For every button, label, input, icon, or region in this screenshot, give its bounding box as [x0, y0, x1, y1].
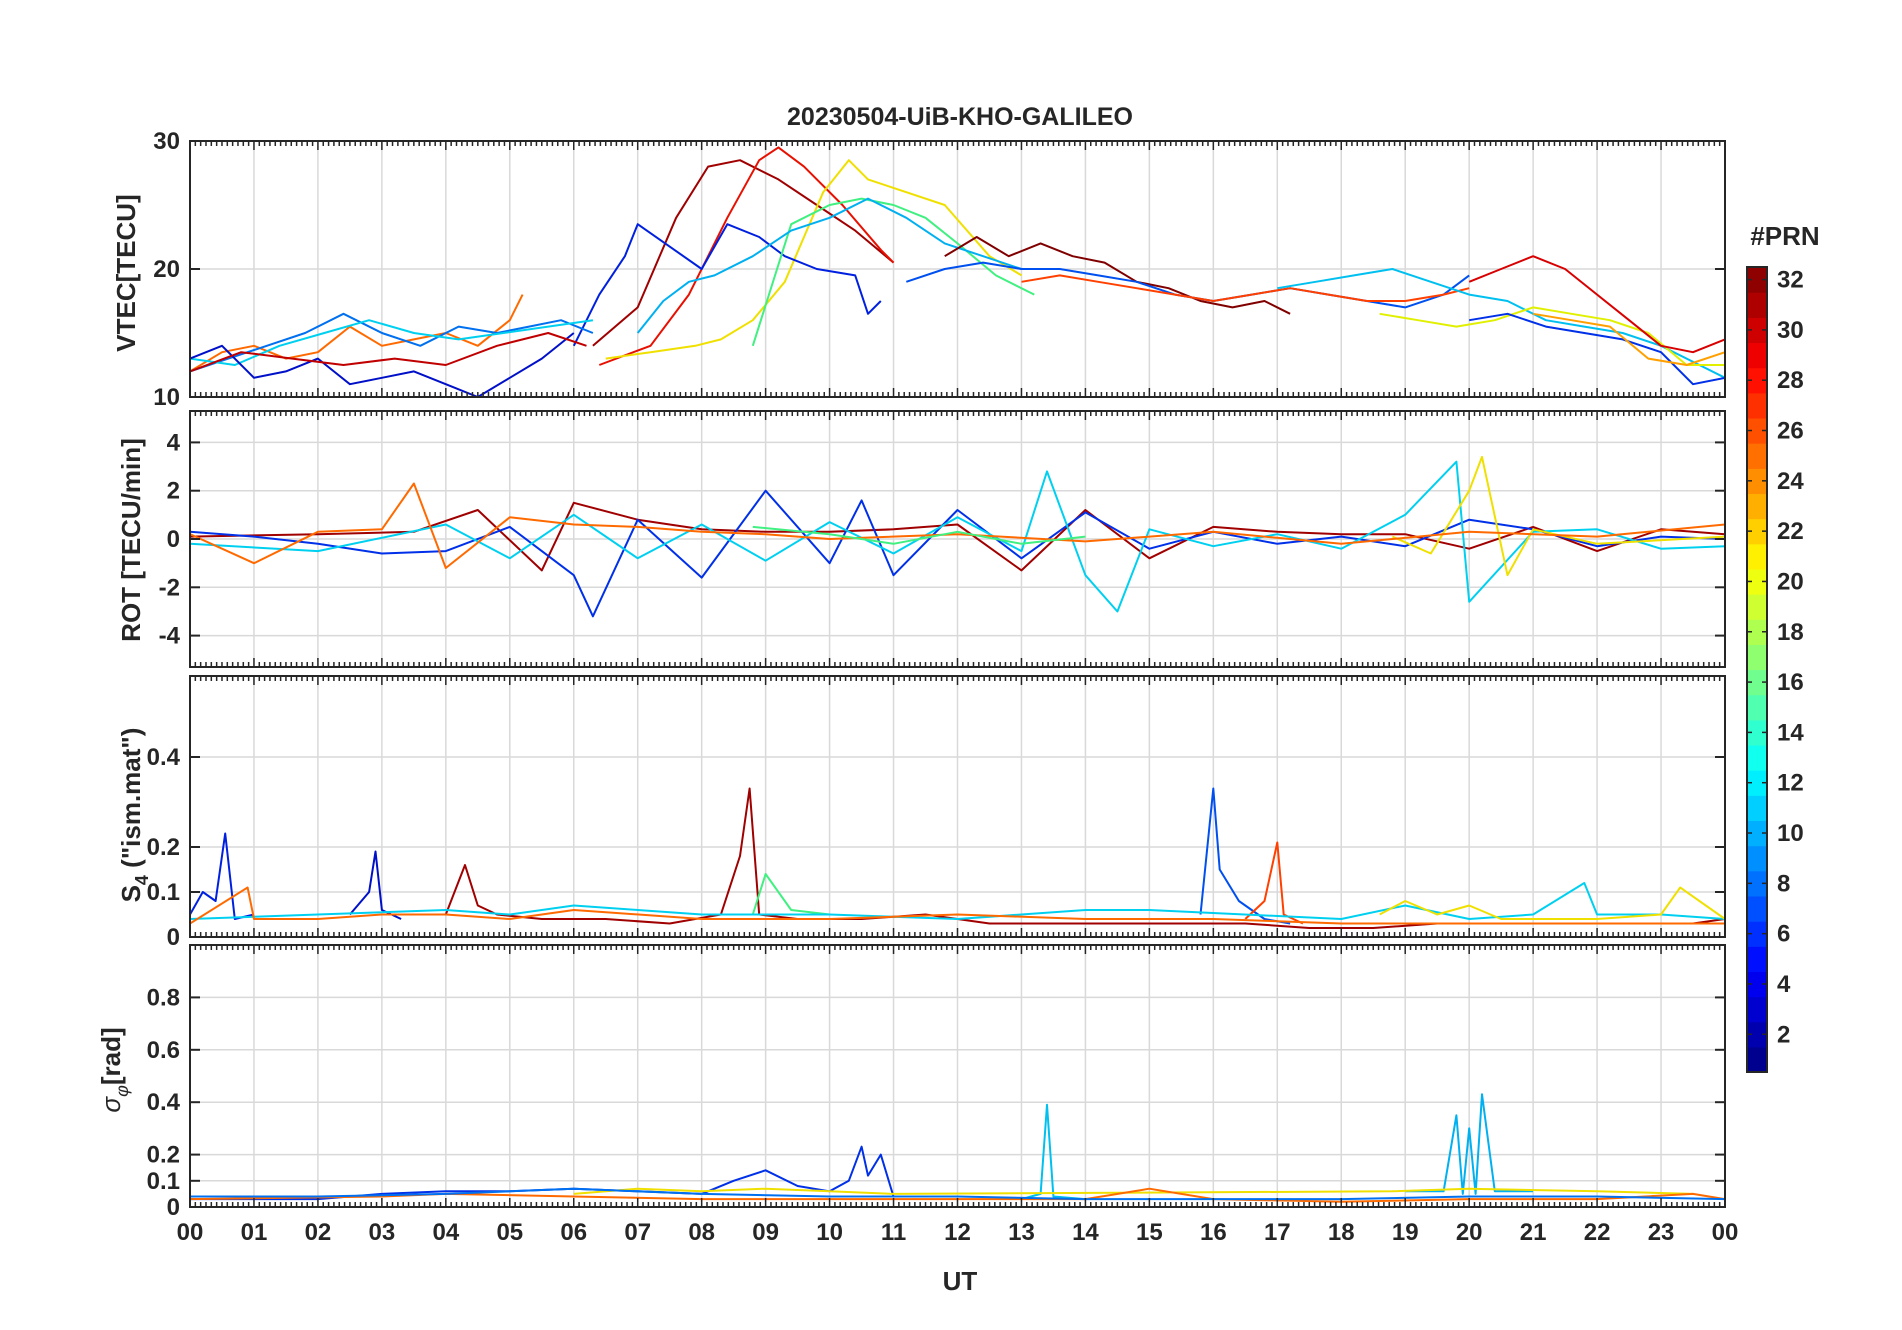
- chart-title: 20230504-UiB-KHO-GALILEO: [787, 103, 1133, 131]
- figure: 20230504-UiB-KHO-GALILEO 102030 -4-2024 …: [0, 0, 1902, 1330]
- x-tick-label: 07: [624, 1219, 651, 1246]
- y-tick-label: 2: [167, 478, 180, 505]
- y-tick-label: 0.1: [147, 1168, 180, 1195]
- x-tick-label: 12: [944, 1219, 971, 1246]
- colorbar-tick-label: 2: [1777, 1021, 1790, 1048]
- y-tick-label: 0.2: [147, 834, 180, 861]
- x-tick-label: 23: [1648, 1219, 1675, 1246]
- y-tick-label: 0.2: [147, 1142, 180, 1169]
- colorbar-tick-label: 18: [1777, 619, 1804, 646]
- colorbar-segment: [1747, 342, 1767, 369]
- x-tick-label: 11: [881, 1219, 906, 1246]
- x-tick-label: 00: [1712, 1219, 1739, 1246]
- rot-y-axis-label: ROT [TECU/min]: [116, 438, 146, 642]
- colorbar-segment: [1747, 694, 1767, 721]
- colorbar-segment: [1747, 543, 1767, 570]
- x-tick-label: 21: [1520, 1219, 1547, 1246]
- y-tick-label: 4: [167, 429, 181, 456]
- x-tick-label: 04: [432, 1219, 459, 1246]
- colorbar-tick-label: 14: [1777, 719, 1804, 746]
- colorbar-tick-label: 24: [1777, 468, 1804, 495]
- sigma-y-label-rest: [rad]: [96, 1027, 126, 1085]
- y-tick-label: 0: [167, 1194, 180, 1221]
- colorbar-segment: [1747, 845, 1767, 872]
- x-tick-label: 01: [241, 1219, 268, 1246]
- y-tick-label: -4: [159, 623, 181, 650]
- x-tick-label: 20: [1456, 1219, 1483, 1246]
- y-tick-label: 20: [153, 256, 180, 283]
- colorbar-tick-label: 10: [1777, 820, 1804, 847]
- colorbar-segment: [1747, 443, 1767, 469]
- x-tick-label: 13: [1008, 1219, 1035, 1246]
- colorbar-segment: [1747, 1046, 1767, 1073]
- x-tick-label: 08: [688, 1219, 715, 1246]
- colorbar-segment: [1747, 292, 1767, 318]
- colorbar-tick-label: 4: [1777, 971, 1791, 998]
- x-axis-label: UT: [943, 1266, 978, 1296]
- colorbar-segment: [1747, 594, 1767, 620]
- colorbar-segment: [1747, 744, 1767, 771]
- colorbar-tick-label: 12: [1777, 770, 1804, 797]
- x-tick-label: 22: [1584, 1219, 1611, 1246]
- colorbar-segment: [1747, 644, 1767, 671]
- colorbar-tick-label: 32: [1777, 267, 1804, 294]
- x-tick-label: 17: [1264, 1219, 1291, 1246]
- y-tick-label: -2: [159, 574, 180, 601]
- s4-y-label-rest: ("ism.mat"): [116, 728, 146, 875]
- x-tick-label: 09: [752, 1219, 779, 1246]
- colorbar-tick-label: 6: [1777, 921, 1790, 948]
- colorbar-tick-label: 8: [1777, 870, 1790, 897]
- x-tick-label: 06: [560, 1219, 587, 1246]
- s4-y-label-sub: 4: [132, 875, 152, 885]
- colorbar-segment: [1747, 996, 1767, 1023]
- y-tick-label: 0: [167, 526, 180, 553]
- colorbar-segment: [1747, 946, 1767, 972]
- x-tick-label: 10: [816, 1219, 843, 1246]
- colorbar-tick-label: 22: [1777, 518, 1804, 545]
- colorbar-tick-label: 20: [1777, 568, 1804, 595]
- x-tick-label: 00: [177, 1219, 204, 1246]
- x-tick-label: 19: [1392, 1219, 1419, 1246]
- x-tick-label: 14: [1072, 1219, 1099, 1246]
- y-tick-label: 0.4: [147, 744, 181, 771]
- y-tick-label: 10: [153, 384, 180, 411]
- y-tick-label: 0.8: [147, 984, 180, 1011]
- colorbar-segment: [1747, 795, 1767, 822]
- colorbar-tick-label: 26: [1777, 418, 1804, 445]
- s4-y-label-main: S: [116, 885, 146, 902]
- x-tick-label: 16: [1200, 1219, 1227, 1246]
- colorbar-label: #PRN: [1750, 221, 1819, 251]
- sigma-y-label-sub: φ: [112, 1085, 132, 1097]
- x-tick-label: 18: [1328, 1219, 1355, 1246]
- x-tick-label: 05: [496, 1219, 523, 1246]
- y-tick-label: 0.4: [147, 1089, 181, 1116]
- colorbar-tick-label: 28: [1777, 367, 1804, 394]
- colorbar-segment: [1747, 392, 1767, 419]
- colorbar-segment: [1747, 895, 1767, 922]
- sigma-y-label-sym: σ: [96, 1096, 126, 1113]
- colorbar-tick-label: 30: [1777, 317, 1804, 344]
- vtec-y-axis-label: VTEC[TECU]: [111, 194, 141, 351]
- x-tick-label: 02: [305, 1219, 332, 1246]
- colorbar-tick-label: 16: [1777, 669, 1804, 696]
- x-tick-label: 03: [369, 1219, 396, 1246]
- colorbar-segment: [1747, 493, 1767, 520]
- y-tick-label: 30: [153, 128, 180, 155]
- x-tick-label: 15: [1136, 1219, 1163, 1246]
- y-tick-label: 0: [167, 924, 180, 951]
- y-tick-label: 0.6: [147, 1037, 180, 1064]
